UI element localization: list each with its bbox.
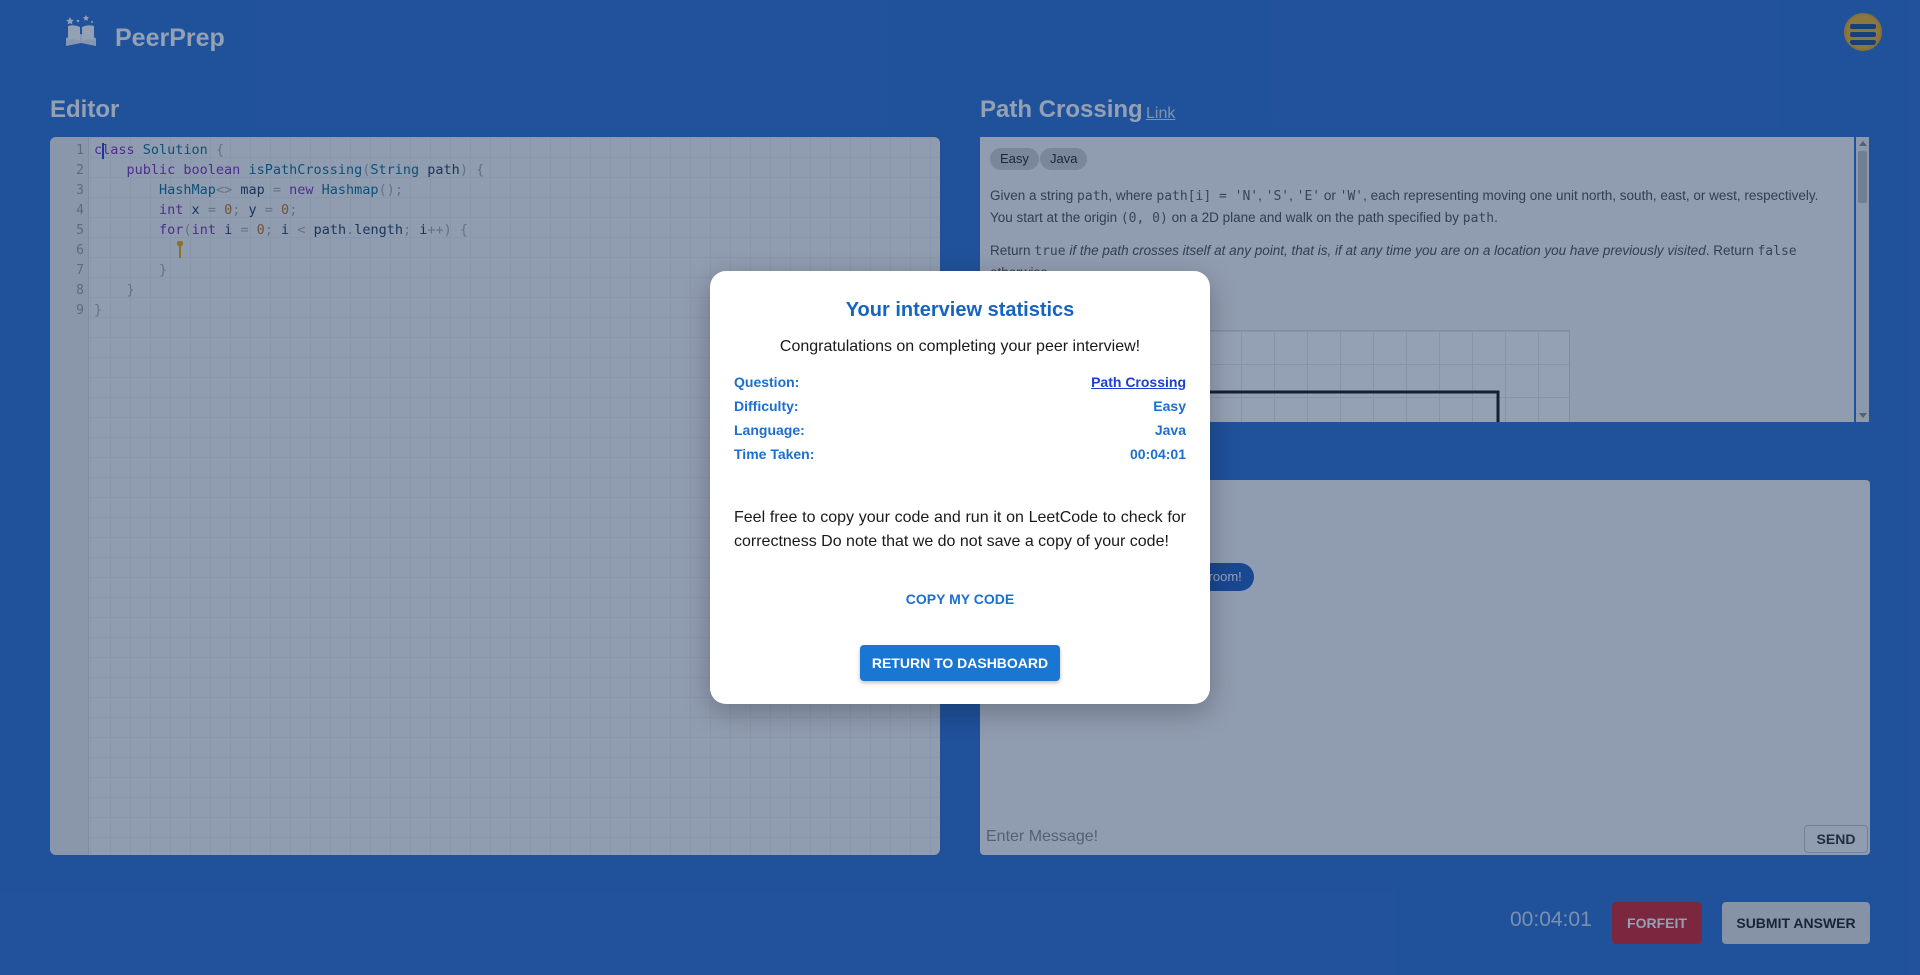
stat-label: Time Taken:: [734, 446, 815, 462]
stat-row-question: Question: Path Crossing: [734, 374, 1186, 394]
stat-label: Language:: [734, 422, 805, 438]
stat-value: Java: [1154, 422, 1186, 438]
dialog-subtitle: Congratulations on completing your peer …: [779, 338, 1141, 355]
question-link-value[interactable]: Path Crossing: [1091, 374, 1186, 390]
stat-label: Difficulty:: [734, 398, 799, 414]
copy-my-code-button[interactable]: COPY MY CODE: [878, 584, 1042, 614]
return-to-dashboard-button[interactable]: RETURN TO DASHBOARD: [860, 645, 1060, 681]
stat-row-difficulty: Difficulty: Easy: [734, 398, 1186, 418]
dialog-note: Feel free to copy your code and run it o…: [734, 509, 1186, 550]
interview-statistics-dialog: Your interview statistics Congratulation…: [710, 271, 1210, 704]
stat-row-language: Language: Java: [734, 422, 1186, 442]
stat-value: Easy: [1153, 398, 1186, 414]
stat-row-time-taken: Time Taken: 00:04:01: [734, 446, 1186, 466]
dialog-title: Your interview statistics: [845, 299, 1075, 321]
stat-value: 00:04:01: [1129, 446, 1186, 462]
stat-label: Question:: [734, 374, 800, 390]
